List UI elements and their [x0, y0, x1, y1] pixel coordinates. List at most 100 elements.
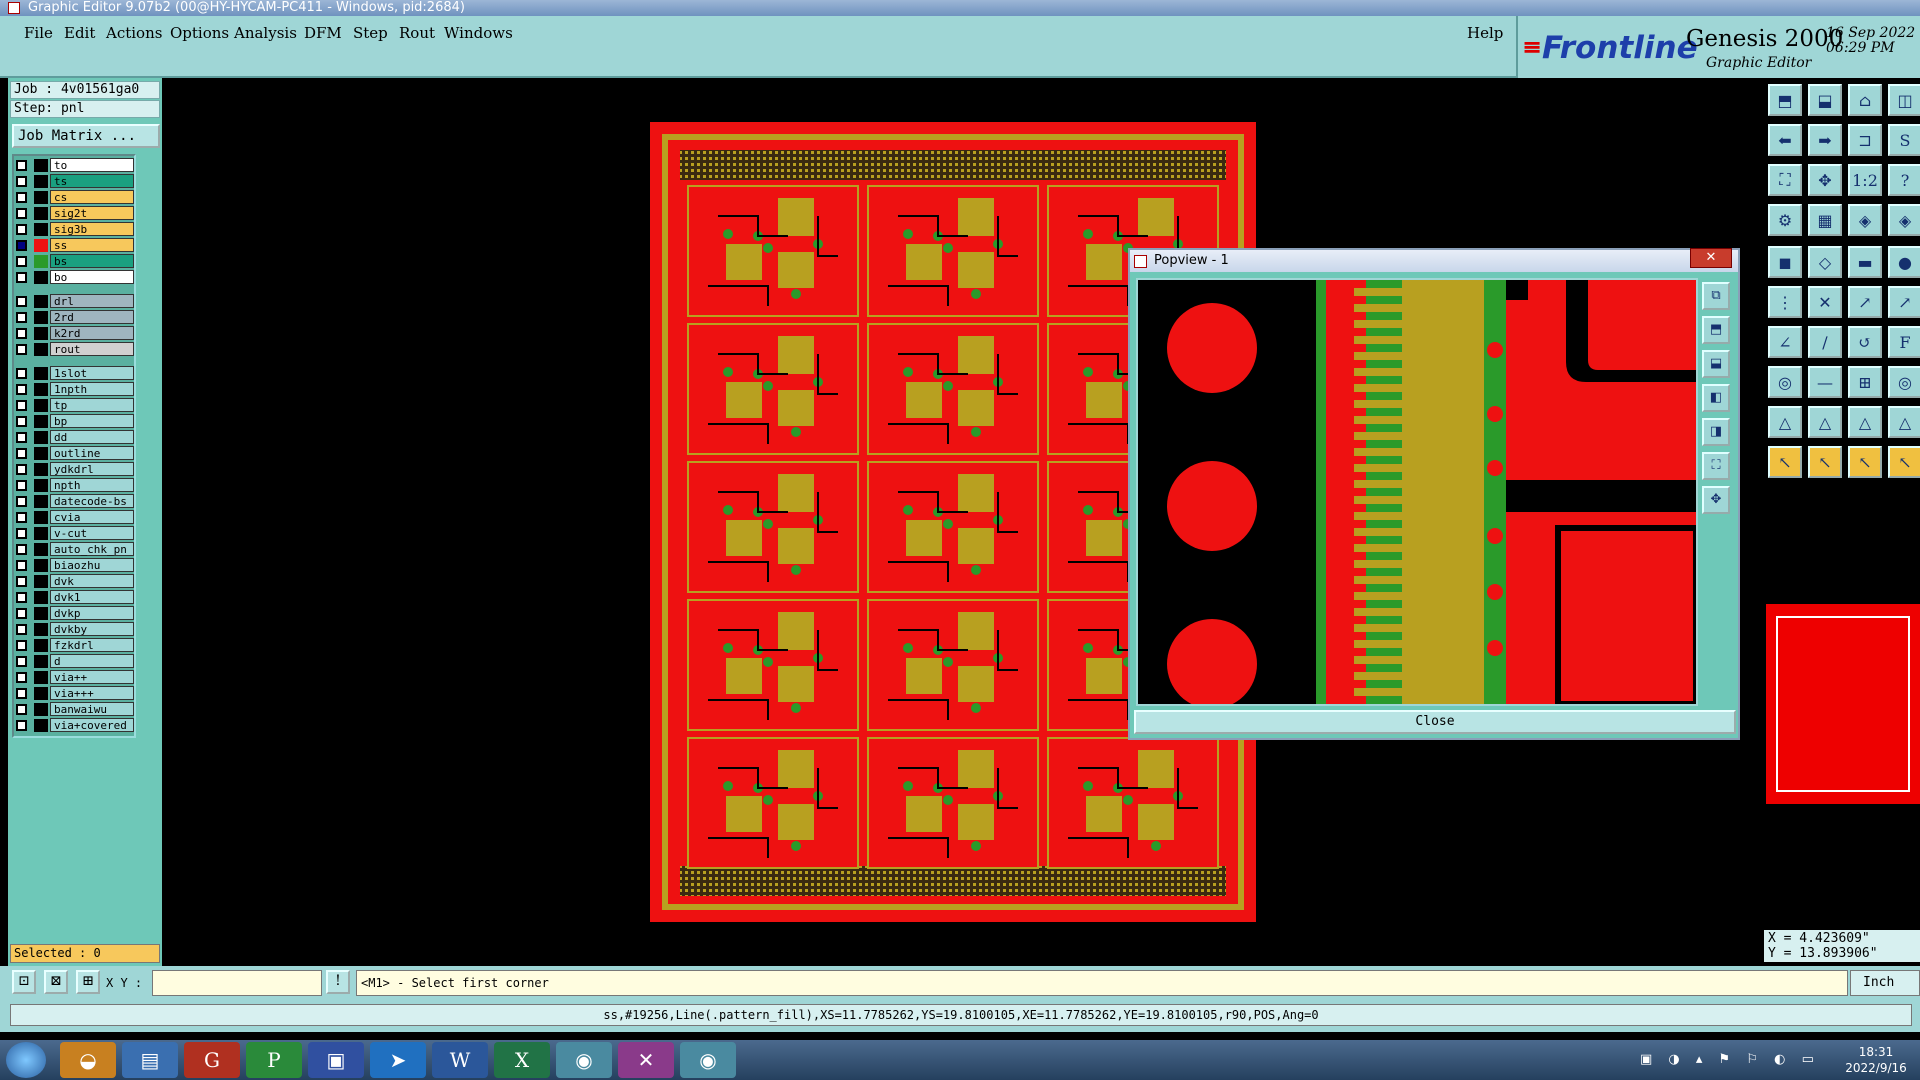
layer-checkbox[interactable]: [16, 512, 27, 523]
tool-dash-icon[interactable]: —: [1808, 366, 1842, 398]
tool-open-icon[interactable]: ⬒: [1768, 84, 1802, 116]
menu-help[interactable]: Help: [1467, 24, 1503, 42]
tool-select4-icon[interactable]: ↖: [1888, 446, 1920, 478]
taskbar-excel-icon[interactable]: X: [494, 1042, 550, 1078]
layer-name[interactable]: fzkdrl: [50, 638, 134, 652]
layer-name[interactable]: v-cut: [50, 526, 134, 540]
layer-name[interactable]: cvia: [50, 510, 134, 524]
menu-actions[interactable]: Actions: [106, 24, 162, 42]
taskbar-notepad-icon[interactable]: ▤: [122, 1042, 178, 1078]
layer-checkbox[interactable]: [16, 344, 27, 355]
menu-options[interactable]: Options: [170, 24, 229, 42]
popview-close-button[interactable]: Close: [1134, 710, 1736, 734]
tool-rotate-icon[interactable]: ↺: [1848, 326, 1882, 358]
layer-row[interactable]: outline: [14, 446, 134, 461]
layer-checkbox[interactable]: [16, 624, 27, 635]
layer-checkbox[interactable]: [16, 416, 27, 427]
tool-fit-icon[interactable]: ⛶: [1768, 164, 1802, 196]
xy-input[interactable]: [152, 970, 322, 996]
layer-row[interactable]: via+covered: [14, 718, 134, 733]
tool-grid-icon[interactable]: ▦: [1808, 204, 1842, 236]
layer-row[interactable]: npth: [14, 478, 134, 493]
layer-checkbox[interactable]: [16, 592, 27, 603]
layer-checkbox[interactable]: [16, 464, 27, 475]
layer-row[interactable]: dvk: [14, 574, 134, 589]
layer-name[interactable]: dd: [50, 430, 134, 444]
tool-snap-s-icon[interactable]: S: [1888, 124, 1920, 156]
layer-row[interactable]: v-cut: [14, 526, 134, 541]
tool-ring-icon[interactable]: ◎: [1888, 366, 1920, 398]
layer-name[interactable]: 1slot: [50, 366, 134, 380]
taskbar-chat-icon[interactable]: ➤: [370, 1042, 426, 1078]
layer-checkbox[interactable]: [16, 400, 27, 411]
layer-row[interactable]: via+++: [14, 686, 134, 701]
layer-checkbox[interactable]: [16, 272, 27, 283]
tool-move-icon[interactable]: ↗: [1848, 286, 1882, 318]
menu-dfm[interactable]: DFM: [304, 24, 342, 42]
snap-icon[interactable]: ⊡: [12, 970, 36, 994]
layer-row[interactable]: fzkdrl: [14, 638, 134, 653]
layer-checkbox[interactable]: [16, 160, 27, 171]
tool-window-icon[interactable]: ◫: [1888, 84, 1920, 116]
layer-row[interactable]: cvia: [14, 510, 134, 525]
tool-copy-icon[interactable]: ↗: [1888, 286, 1920, 318]
layer-checkbox[interactable]: [16, 688, 27, 699]
layer-checkbox[interactable]: [16, 312, 27, 323]
layer-row[interactable]: biaozhu: [14, 558, 134, 573]
tool-settings-icon[interactable]: ⚙: [1768, 204, 1802, 236]
layer-name[interactable]: npth: [50, 478, 134, 492]
layer-checkbox[interactable]: [16, 640, 27, 651]
layer-name[interactable]: ss: [50, 238, 134, 252]
layer-row[interactable]: 1slot: [14, 366, 134, 381]
tool-scale-icon[interactable]: 1:2: [1848, 164, 1882, 196]
popview-titlebar[interactable]: Popview - 1: [1130, 250, 1738, 272]
layer-name[interactable]: sig3b: [50, 222, 134, 236]
menu-analysis[interactable]: Analysis: [234, 24, 297, 42]
layer-checkbox[interactable]: [16, 720, 27, 731]
layer-name[interactable]: outline: [50, 446, 134, 460]
tool-tri4-icon[interactable]: △: [1888, 406, 1920, 438]
tool-node-icon[interactable]: ⋮: [1768, 286, 1802, 318]
layer-row[interactable]: sig2t: [14, 206, 134, 221]
layer-name[interactable]: banwaiwu: [50, 702, 134, 716]
layer-name[interactable]: ts: [50, 174, 134, 188]
tool-layer-icon[interactable]: ◈: [1848, 204, 1882, 236]
layer-name[interactable]: drl: [50, 294, 134, 308]
layer-checkbox[interactable]: [16, 224, 27, 235]
layer-checkbox[interactable]: [16, 328, 27, 339]
tool-home-icon[interactable]: ⌂: [1848, 84, 1882, 116]
taskbar-p-icon[interactable]: P: [246, 1042, 302, 1078]
layer-checkbox[interactable]: [16, 176, 27, 187]
tool-pad-icon[interactable]: ●: [1888, 246, 1920, 278]
menu-step[interactable]: Step: [353, 24, 388, 42]
layer-name[interactable]: 2rd: [50, 310, 134, 324]
start-button[interactable]: [6, 1042, 46, 1078]
layer-checkbox[interactable]: [16, 432, 27, 443]
layer-row[interactable]: dd: [14, 430, 134, 445]
layer-name[interactable]: bo: [50, 270, 134, 284]
layer-checkbox[interactable]: [16, 496, 27, 507]
layer-row[interactable]: d: [14, 654, 134, 669]
taskbar-word-icon[interactable]: W: [432, 1042, 488, 1078]
tool-select3-icon[interactable]: ↖: [1848, 446, 1882, 478]
warning-icon[interactable]: !: [326, 970, 350, 994]
tool-line-icon[interactable]: ▬: [1848, 246, 1882, 278]
popview-fit-tool[interactable]: ⛶: [1702, 452, 1730, 480]
layer-row[interactable]: dvk1: [14, 590, 134, 605]
layer-row[interactable]: bp: [14, 414, 134, 429]
layer-row[interactable]: auto_chk_pn: [14, 542, 134, 557]
layer-name[interactable]: ydkdrl: [50, 462, 134, 476]
layer-row[interactable]: ydkdrl: [14, 462, 134, 477]
tool-next-icon[interactable]: ➡: [1808, 124, 1842, 156]
layer-name[interactable]: bs: [50, 254, 134, 268]
layer-checkbox[interactable]: [16, 608, 27, 619]
popview-close-x-button[interactable]: ✕: [1690, 248, 1732, 268]
layer-row[interactable]: 1npth: [14, 382, 134, 397]
layer-row[interactable]: rout: [14, 342, 134, 357]
layer-name[interactable]: dvk: [50, 574, 134, 588]
layer-name[interactable]: biaozhu: [50, 558, 134, 572]
layer-row[interactable]: banwaiwu: [14, 702, 134, 717]
tool-table-icon[interactable]: ⊞: [1848, 366, 1882, 398]
layer-name[interactable]: dvkby: [50, 622, 134, 636]
tool-outline-icon[interactable]: ◇: [1808, 246, 1842, 278]
